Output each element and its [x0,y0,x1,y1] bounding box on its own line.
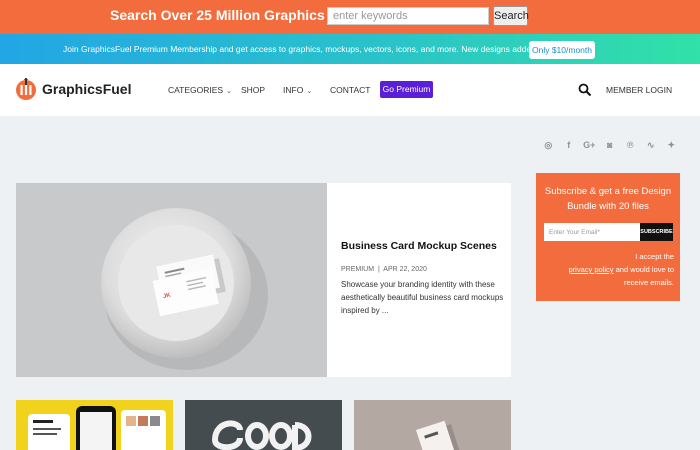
post-date: APR 22, 2020 [383,266,427,273]
featured-post-excerpt: Showcase your branding identity with the… [341,280,504,315]
premium-promo-banner: Join GraphicsFuel Premium Membership and… [0,34,700,64]
nav-item-info[interactable]: INFO ⌄ [283,85,312,95]
search-button[interactable]: Search [493,6,529,26]
email-field[interactable] [544,223,640,241]
featured-post-image[interactable]: JK [16,183,327,377]
member-login-link[interactable]: MEMBER LOGIN [606,85,672,95]
pencil-logo-icon [16,78,36,100]
post-thumbnail[interactable] [16,400,173,450]
instagram-icon[interactable]: ◙ [600,139,621,151]
facebook-icon[interactable]: f [559,139,580,151]
nav-item-label: CONTACT [330,85,371,95]
consent-suffix: and would love to receive emails. [615,265,674,287]
post-thumbnail[interactable] [185,400,342,450]
box-mockup-thumbnail-image [354,400,511,450]
keyword-search-input[interactable] [327,7,489,25]
membership-price-button[interactable]: Only $10/month [529,41,595,59]
lettering-thumbnail-image [185,400,342,450]
nav-item-label: SHOP [241,85,266,95]
featured-post-meta: PREMIUM | APR 22, 2020 [341,266,511,273]
privacy-policy-link[interactable]: privacy policy [569,265,614,274]
rss-icon[interactable]: ∿ [641,139,662,151]
app-mockup-thumbnail-image [28,406,166,450]
go-premium-button[interactable]: Go Premium [380,81,433,98]
social-links: ◎ f G+ ◙ ℗ ∿ ✦ [538,139,682,151]
subscribe-title: Subscribe & get a free Design Bundle wit… [544,186,672,212]
subscribe-button[interactable]: SUBSCRIBE [640,223,673,241]
featured-post-title[interactable]: Business Card Mockup Scenes [341,240,511,252]
search-icon[interactable] [578,83,592,97]
pinterest-icon[interactable]: ℗ [620,139,641,151]
subscribe-widget: Subscribe & get a free Design Bundle wit… [536,173,680,301]
twitter-icon[interactable]: ✦ [661,139,682,151]
nav-item-label: INFO [283,85,304,95]
chevron-down-icon: ⌄ [306,88,313,95]
featured-post-body: Business Card Mockup Scenes PREMIUM | AP… [341,240,511,317]
site-logo[interactable]: GraphicsFuel [15,78,131,100]
post-thumbnail[interactable] [354,400,511,450]
featured-post-card: JK Business Card Mockup Scenes PREMIUM |… [16,183,511,377]
nav-item-shop[interactable]: SHOP [241,85,265,95]
post-category[interactable]: PREMIUM [341,266,374,273]
chevron-down-icon: ⌄ [226,88,232,95]
nav-item-categories[interactable]: CATEGORIES ⌄ [168,85,232,95]
promo-text: Join GraphicsFuel Premium Membership and… [63,44,567,54]
consent-prefix: I accept the [635,252,674,261]
google-plus-icon[interactable]: G+ [579,139,600,151]
nav-item-contact[interactable]: CONTACT [330,85,370,95]
dribbble-icon[interactable]: ◎ [538,139,559,151]
privacy-consent-text: I accept the privacy policy and would lo… [544,250,674,289]
logo-text: GraphicsFuel [42,81,132,97]
search-headline: Search Over 25 Million Graphics [110,7,325,23]
main-navigation: GraphicsFuel CATEGORIES ⌄ SHOP INFO ⌄ CONT… [0,64,700,116]
nav-item-label: CATEGORIES [168,85,224,95]
business-card-bowl-illustration: JK [16,183,327,377]
top-search-bar: Search Over 25 Million Graphics Search [0,0,700,34]
